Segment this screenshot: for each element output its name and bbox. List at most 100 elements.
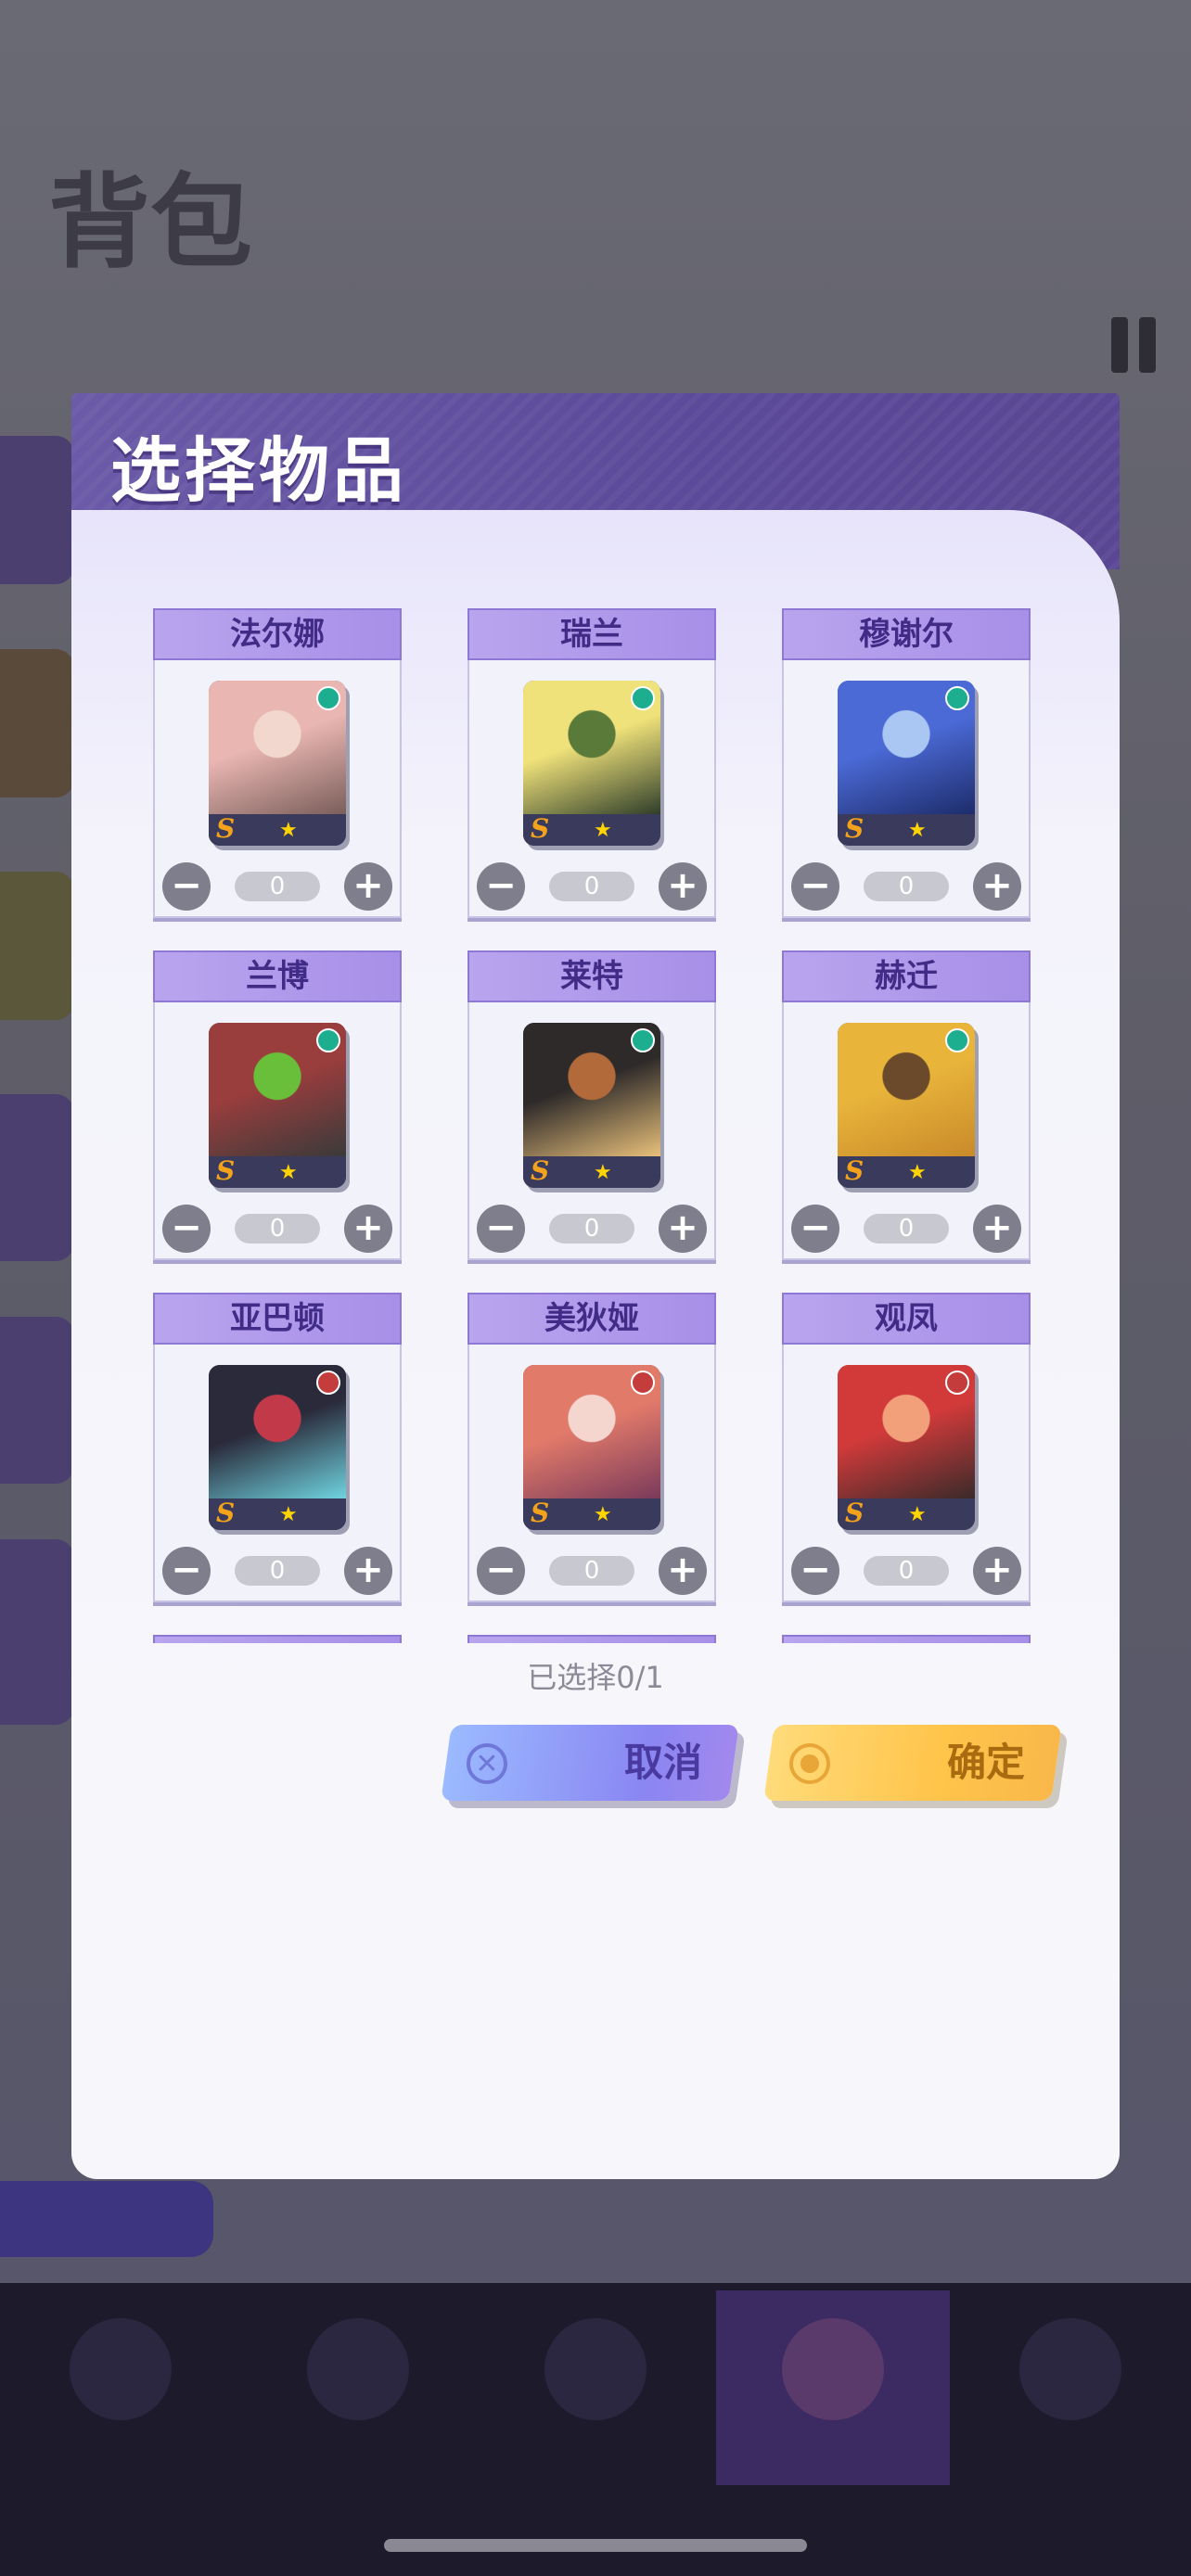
- increase-button[interactable]: +: [344, 1547, 392, 1595]
- pause-icon: [1111, 317, 1159, 373]
- decrease-button[interactable]: −: [477, 1547, 525, 1595]
- item-portrait[interactable]: S ★: [838, 1365, 975, 1530]
- decrease-button[interactable]: −: [477, 1205, 525, 1253]
- quantity-value: 0: [235, 1556, 320, 1586]
- element-emblem-icon: [316, 1371, 340, 1395]
- item-name-banner: 藏狸: [782, 1635, 1031, 1643]
- item-name-banner: 观凤: [782, 1293, 1031, 1345]
- item-card[interactable]: 亚巴顿 S ★ −0 +: [153, 1293, 402, 1602]
- rank-label: S: [216, 813, 236, 844]
- element-emblem-icon: [945, 1028, 969, 1052]
- item-name-banner: 莱特: [467, 950, 716, 1002]
- item-portrait[interactable]: S ★: [523, 1365, 660, 1530]
- item-name-banner: 赫迁: [782, 950, 1031, 1002]
- star-icon: ★: [279, 819, 298, 842]
- decrease-button[interactable]: −: [791, 1547, 839, 1595]
- item-portrait[interactable]: S ★: [838, 681, 975, 846]
- item-card[interactable]: 摩云S★−0+: [153, 1635, 402, 1643]
- item-name-banner: 瑞兰: [467, 608, 716, 660]
- background-nav-item: [768, 2318, 898, 2485]
- confirm-label: 确定: [946, 1740, 1025, 1785]
- quantity-stepper: −0 +: [162, 1205, 392, 1253]
- item-card[interactable]: 观凤 S ★ −0 +: [782, 1293, 1031, 1602]
- item-name: 法尔娜: [230, 616, 325, 653]
- quantity-stepper: −0 +: [477, 862, 707, 911]
- item-grid[interactable]: 法尔娜 S ★ −0 + 瑞兰 S ★ −0 + 穆谢尔 S ★ −0 + 兰博 S ★ −0 + 莱特 S ★ −0 + 赫迁 S…: [71, 510, 1120, 1643]
- item-portrait[interactable]: S ★: [209, 681, 346, 846]
- item-portrait[interactable]: S ★: [838, 1023, 975, 1188]
- rank-label: S: [845, 1155, 864, 1186]
- quantity-value: 0: [864, 872, 949, 901]
- decrease-button[interactable]: −: [162, 1547, 211, 1595]
- item-name: 赫迁: [875, 958, 938, 995]
- item-card[interactable]: 清橙S★−0+: [467, 1635, 716, 1643]
- item-name: 兰博: [246, 958, 309, 995]
- item-card[interactable]: 美狄娅 S ★ −0 +: [467, 1293, 716, 1602]
- quantity-value: 0: [549, 1556, 634, 1586]
- increase-button[interactable]: +: [973, 1205, 1021, 1253]
- item-name-banner: 穆谢尔: [782, 608, 1031, 660]
- increase-button[interactable]: +: [344, 862, 392, 911]
- quantity-value: 0: [549, 1214, 634, 1243]
- background-side-tab: [0, 1539, 74, 1725]
- item-card[interactable]: 瑞兰 S ★ −0 +: [467, 608, 716, 918]
- increase-button[interactable]: +: [973, 1547, 1021, 1595]
- item-portrait[interactable]: S ★: [209, 1023, 346, 1188]
- item-portrait[interactable]: S ★: [523, 681, 660, 846]
- item-name: 藏狸: [875, 1642, 938, 1643]
- item-card[interactable]: 兰博 S ★ −0 +: [153, 950, 402, 1260]
- rank-label: S: [531, 1155, 550, 1186]
- item-name-banner: 摩云: [153, 1635, 402, 1643]
- item-card[interactable]: 莱特 S ★ −0 +: [467, 950, 716, 1260]
- element-emblem-icon: [631, 1371, 655, 1395]
- item-card[interactable]: 穆谢尔 S ★ −0 +: [782, 608, 1031, 918]
- star-icon: ★: [279, 1161, 298, 1184]
- increase-button[interactable]: +: [659, 1547, 707, 1595]
- item-card[interactable]: 藏狸S★−0+: [782, 1635, 1031, 1643]
- quantity-value: 0: [864, 1214, 949, 1243]
- star-icon: ★: [908, 1161, 927, 1184]
- quantity-value: 0: [549, 872, 634, 901]
- increase-button[interactable]: +: [344, 1205, 392, 1253]
- item-name: 亚巴顿: [230, 1300, 325, 1337]
- quantity-value: 0: [864, 1556, 949, 1586]
- item-portrait[interactable]: S ★: [209, 1365, 346, 1530]
- selection-count: 已选择0/1: [527, 1660, 664, 1695]
- rank-label: S: [531, 813, 550, 844]
- decrease-button[interactable]: −: [791, 862, 839, 911]
- background-nav-item: [56, 2318, 186, 2485]
- decrease-button[interactable]: −: [162, 862, 211, 911]
- cancel-button[interactable]: ✕ 取消: [441, 1725, 739, 1801]
- increase-button[interactable]: +: [973, 862, 1021, 911]
- rank-label: S: [531, 1498, 550, 1528]
- element-emblem-icon: [316, 686, 340, 710]
- increase-button[interactable]: +: [659, 862, 707, 911]
- decrease-button[interactable]: −: [162, 1205, 211, 1253]
- quantity-stepper: −0 +: [477, 1205, 707, 1253]
- quantity-stepper: −0 +: [791, 1547, 1021, 1595]
- rank-label: S: [845, 813, 864, 844]
- item-name-banner: 清橙: [467, 1635, 716, 1643]
- item-portrait[interactable]: S ★: [523, 1023, 660, 1188]
- item-card[interactable]: 赫迁 S ★ −0 +: [782, 950, 1031, 1260]
- item-name-banner: 亚巴顿: [153, 1293, 402, 1345]
- close-circle-icon: ✕: [467, 1743, 507, 1784]
- background-side-tab: [0, 872, 74, 1020]
- cancel-label: 取消: [623, 1740, 702, 1785]
- item-name-banner: 法尔娜: [153, 608, 402, 660]
- element-emblem-icon: [945, 1371, 969, 1395]
- background-nav-item: [531, 2318, 660, 2485]
- element-emblem-icon: [631, 686, 655, 710]
- decrease-button[interactable]: −: [477, 862, 525, 911]
- item-name: 莱特: [560, 958, 623, 995]
- confirm-button[interactable]: 确定: [763, 1725, 1062, 1801]
- item-name: 观凤: [875, 1300, 938, 1337]
- item-name-banner: 美狄娅: [467, 1293, 716, 1345]
- background-side-tab: [0, 649, 74, 797]
- home-indicator[interactable]: [384, 2539, 807, 2552]
- decrease-button[interactable]: −: [791, 1205, 839, 1253]
- increase-button[interactable]: +: [659, 1205, 707, 1253]
- star-icon: ★: [594, 819, 612, 842]
- item-card[interactable]: 法尔娜 S ★ −0 +: [153, 608, 402, 918]
- select-item-dialog: 选择物品 法尔娜 S ★ −0 + 瑞兰 S ★ −0 + 穆谢尔 S ★ −0 + 兰博 S ★ −0 + 莱特 S ★ −…: [71, 393, 1120, 2179]
